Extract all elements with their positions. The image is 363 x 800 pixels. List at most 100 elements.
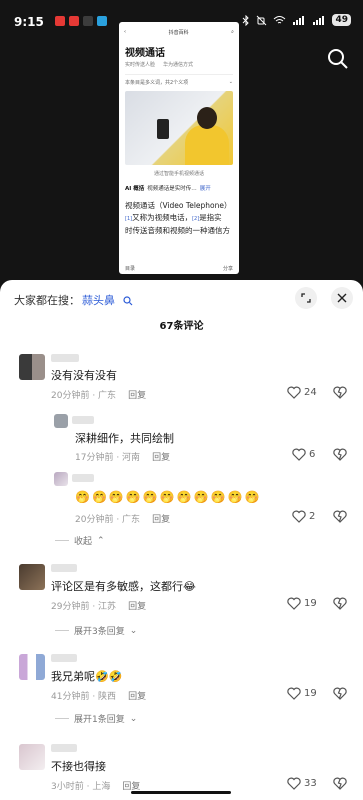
emoji: 🤭 [91, 490, 107, 504]
notification-icons [55, 16, 107, 26]
trending-keyword[interactable]: 蒜头鼻 [82, 294, 115, 307]
like-button[interactable]: 19 [287, 687, 317, 700]
reply-button[interactable]: 回复 [152, 515, 170, 525]
expand-icon [301, 293, 311, 303]
back-icon: ‹ [124, 29, 126, 35]
like-button[interactable]: 6 [292, 448, 315, 461]
like-button[interactable]: 2 [292, 510, 315, 523]
broken-heart-icon[interactable] [333, 386, 347, 399]
expand-replies-button[interactable]: 展开3条回复 ⌄ [55, 624, 137, 637]
comment-text: 深耕细作，共同绘制 [75, 432, 174, 445]
divider [55, 718, 69, 719]
avatar[interactable] [54, 472, 68, 486]
collapse-replies-button[interactable]: 收起 ⌃ [55, 534, 105, 547]
like-button[interactable]: 33 [287, 777, 317, 790]
reply-button[interactable]: 回复 [128, 391, 146, 401]
wifi-icon [274, 16, 286, 24]
preview-subtitle-right: 华为通信方式 [163, 62, 194, 68]
like-button[interactable]: 24 [287, 386, 317, 399]
comment-text: 评论区是有多敏感，这都行😂 [51, 580, 196, 593]
heart-icon [287, 597, 301, 610]
body-line-3: 是指实 [199, 213, 222, 222]
phone-shape [157, 119, 169, 139]
mute-icon [257, 15, 267, 25]
search-icon[interactable] [327, 48, 349, 70]
close-icon [337, 293, 347, 303]
comment-region: 广东 [98, 391, 117, 401]
emoji: 🤭 [193, 490, 209, 504]
chevron-down-icon: ⌄ [129, 713, 138, 724]
username[interactable] [51, 654, 77, 662]
heart-icon [292, 448, 306, 461]
preview-subtitle-left: 实时传送人脸 [125, 62, 156, 68]
broken-heart-icon[interactable] [333, 777, 347, 790]
like-count: 6 [309, 449, 316, 460]
reply-button[interactable]: 回复 [152, 453, 170, 463]
username[interactable] [72, 416, 94, 424]
sheet-header: 大家都在搜： 蒜头鼻 [0, 280, 363, 314]
comment-sheet: 大家都在搜： 蒜头鼻 67条评论 没有没有没有 20分钟前 · 广东 回复 24 深… [0, 280, 363, 800]
comment-time: 20分钟前 [51, 391, 90, 401]
app-icon-1 [55, 16, 65, 26]
trending-search-icon [122, 296, 132, 306]
comment-meta: 20分钟前 · 广东 回复 [75, 515, 171, 525]
avatar[interactable] [19, 744, 45, 770]
divider [125, 74, 233, 75]
comment-time: 17分钟前 [75, 453, 114, 463]
chevron-down-icon: ⌄ [129, 625, 138, 636]
avatar[interactable] [19, 654, 45, 680]
emoji: 🤭 [142, 490, 158, 504]
like-button[interactable]: 19 [287, 597, 317, 610]
preview-foot-left: 目录 [125, 266, 136, 272]
comment-region: 江苏 [98, 602, 117, 612]
comment-text: 不接也得接 [51, 760, 106, 773]
comment-meta: 3小时前 · 上海 回复 [51, 782, 141, 792]
video-preview[interactable]: ‹ 抖音百科 ⌕ 视频通话 实时传送人脸 华为通信方式 本条目是多义词，共2个义… [119, 22, 239, 274]
body-line-4: 时传送音频和视频的一种通信方 [125, 226, 230, 235]
battery-indicator: 49 [332, 14, 351, 26]
ai-label: AI 概括 [125, 186, 145, 192]
preview-body: 视频通话（Video Telephone） [1]又称为视频电话，[2]是指实 … [119, 194, 239, 237]
comment-meta: 17分钟前 · 河南 回复 [75, 453, 171, 463]
emoji: 🤭 [176, 490, 192, 504]
app-icon-3 [83, 16, 93, 26]
close-button[interactable] [331, 287, 353, 309]
like-count: 19 [304, 598, 317, 609]
signal-icon-2 [313, 16, 325, 25]
reply-button[interactable]: 回复 [128, 602, 146, 612]
comment-meta: 41分钟前 · 陕西 回复 [51, 692, 147, 702]
ai-summary: AI 概括 视频通话是实时传… 展开 [125, 184, 233, 192]
username[interactable] [51, 354, 79, 362]
expand-replies-button[interactable]: 展开1条回复 ⌄ [55, 712, 137, 725]
comment-time: 29分钟前 [51, 602, 90, 612]
comment-text: 没有没有没有 [51, 369, 117, 382]
username[interactable] [51, 744, 77, 752]
broken-heart-icon[interactable] [333, 687, 347, 700]
comment-region: 上海 [92, 782, 111, 792]
avatar[interactable] [19, 564, 45, 590]
username[interactable] [72, 474, 94, 482]
username[interactable] [51, 564, 77, 572]
preview-search-icon: ⌕ [231, 29, 234, 35]
avatar[interactable] [19, 354, 45, 380]
comment-time: 3小时前 [51, 782, 84, 792]
emoji: 🤭 [108, 490, 124, 504]
heart-icon [287, 777, 301, 790]
expand-button[interactable] [295, 287, 317, 309]
divider [55, 540, 69, 541]
preview-app-name: 抖音百科 [168, 29, 189, 36]
broken-heart-icon[interactable] [333, 510, 347, 523]
broken-heart-icon[interactable] [333, 448, 347, 461]
trending-search[interactable]: 大家都在搜： 蒜头鼻 [14, 292, 133, 308]
heart-icon [292, 510, 306, 523]
emoji-row: 🤭 🤭 🤭 🤭 🤭 🤭 🤭 🤭 🤭 🤭 🤭 [75, 490, 259, 504]
person-head [197, 107, 217, 129]
broken-heart-icon[interactable] [333, 597, 347, 610]
avatar[interactable] [54, 414, 68, 428]
chevron-up-icon: ⌃ [97, 535, 105, 546]
reply-button[interactable]: 回复 [128, 692, 146, 702]
comment-meta: 29分钟前 · 江苏 回复 [51, 602, 147, 612]
comment-region: 广东 [122, 515, 141, 525]
like-count: 2 [309, 511, 316, 522]
chevron-down-icon: ⌄ [228, 79, 233, 85]
